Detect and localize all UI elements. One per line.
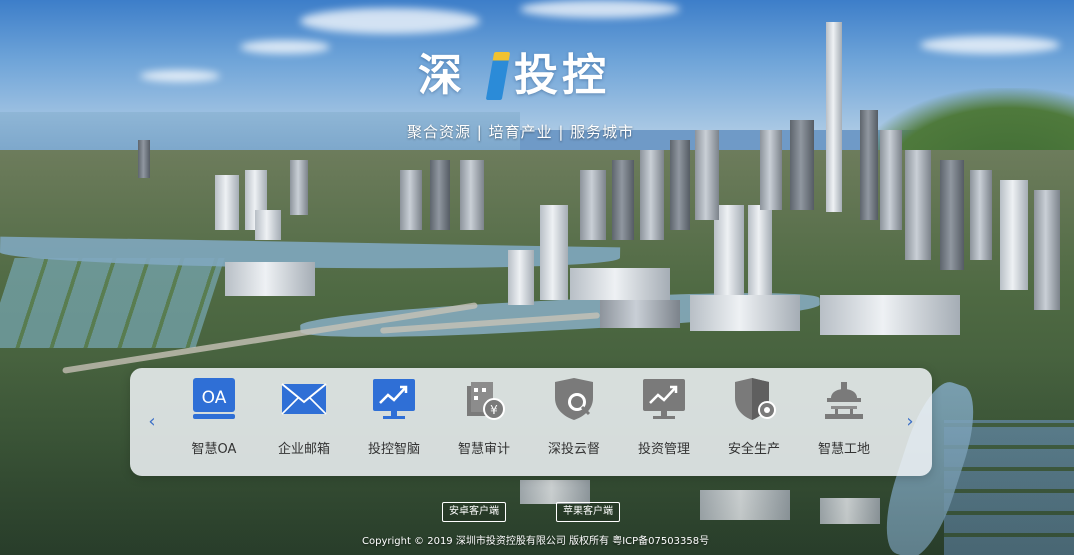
svg-text:¥: ¥ — [490, 403, 498, 417]
app-label: 投资管理 — [637, 442, 690, 457]
chart-monitor-icon — [371, 376, 417, 422]
app-label: 智慧工地 — [817, 442, 870, 457]
oa-badge-text: OA — [202, 388, 227, 408]
logo-text-shen: 深 — [418, 50, 466, 101]
app-item-brain[interactable]: 投控智脑 — [350, 368, 438, 476]
ios-client-button[interactable]: 苹果客户端 — [556, 502, 620, 522]
app-launcher-panel: ‹ OA 智慧OA 企业邮箱 投控智脑 ¥ 智慧审计 深投云督 投资管理 安全生… — [130, 368, 932, 476]
app-item-investment[interactable]: 投资管理 — [620, 368, 708, 476]
logo-text-toukong: 投控 — [514, 50, 610, 101]
investment-monitor-icon — [641, 376, 687, 422]
mail-icon — [281, 376, 327, 422]
slogan: 聚合资源 | 培育产业 | 服务城市 — [407, 123, 635, 141]
construction-site-icon — [821, 376, 867, 422]
cloud-supervise-icon — [551, 376, 597, 422]
app-item-construction[interactable]: 智慧工地 — [800, 368, 888, 476]
oa-icon: OA — [191, 376, 237, 422]
app-item-cloud-supervise[interactable]: 深投云督 — [530, 368, 618, 476]
app-item-mail[interactable]: 企业邮箱 — [260, 368, 348, 476]
app-list: OA 智慧OA 企业邮箱 投控智脑 ¥ 智慧审计 深投云督 投资管理 安全生产 … — [170, 368, 892, 476]
app-label: 投控智脑 — [367, 442, 420, 457]
app-label: 企业邮箱 — [277, 442, 330, 457]
android-client-button[interactable]: 安卓客户端 — [442, 502, 506, 522]
logo-i-mark-icon — [485, 52, 511, 100]
app-item-oa[interactable]: OA 智慧OA — [170, 368, 258, 476]
app-label: 深投云督 — [547, 442, 600, 457]
safety-shield-icon — [731, 376, 777, 422]
app-label: 安全生产 — [727, 442, 780, 457]
app-item-safety[interactable]: 安全生产 — [710, 368, 798, 476]
copyright-text: Copyright © 2019 深圳市投资控股有限公司 版权所有 粤ICP备0… — [362, 536, 710, 547]
app-item-audit[interactable]: ¥ 智慧审计 — [440, 368, 528, 476]
app-label: 智慧审计 — [457, 442, 510, 457]
audit-icon: ¥ — [461, 376, 507, 422]
app-label: 智慧OA — [191, 442, 237, 457]
chevron-left-icon[interactable]: ‹ — [142, 410, 162, 434]
chevron-right-icon[interactable]: › — [900, 410, 920, 434]
brand-logo: 深 投控 — [418, 46, 648, 106]
